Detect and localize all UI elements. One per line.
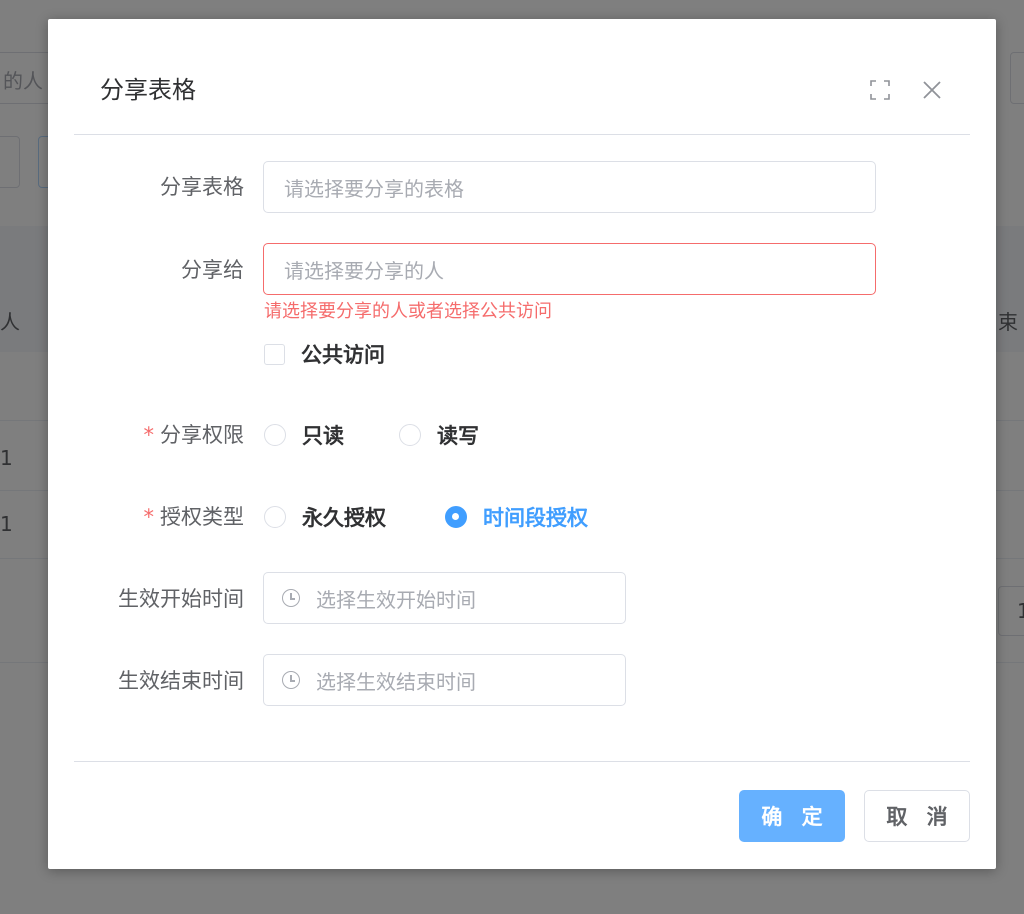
- share-to-label: 分享给: [181, 258, 244, 282]
- sheet-select[interactable]: 请选择要分享的表格: [263, 161, 876, 213]
- header-divider: [74, 134, 970, 135]
- fullscreen-icon[interactable]: [868, 78, 892, 102]
- share-sheet-dialog: 分享表格 分享表格 请选择要分享的表格 分享给 请选择要分享的人 请选择要分享的…: [48, 19, 996, 869]
- public-access-checkbox[interactable]: 公共访问: [264, 339, 385, 369]
- radio-circle[interactable]: [264, 424, 286, 446]
- share-to-select[interactable]: 请选择要分享的人: [263, 243, 876, 295]
- footer-divider: [74, 761, 970, 762]
- end-time-picker[interactable]: 选择生效结束时间: [263, 654, 626, 706]
- public-access-label: 公共访问: [301, 343, 385, 367]
- radio-permanent[interactable]: 永久授权: [264, 502, 386, 532]
- start-time-placeholder: 选择生效开始时间: [316, 587, 476, 612]
- confirm-button[interactable]: 确 定: [739, 790, 845, 842]
- share-to-error: 请选择要分享的人或者选择公共访问: [264, 301, 552, 322]
- radio-circle-checked[interactable]: [445, 506, 467, 528]
- checkbox-box[interactable]: [264, 343, 285, 365]
- required-mark: *: [143, 505, 155, 529]
- dialog-title: 分享表格: [100, 76, 196, 104]
- end-time-placeholder: 选择生效结束时间: [316, 669, 476, 694]
- radio-readonly[interactable]: 只读: [264, 420, 344, 450]
- close-icon[interactable]: [920, 78, 944, 102]
- end-time-label: 生效结束时间: [118, 669, 244, 693]
- auth-type-label: * 授权类型: [144, 502, 245, 532]
- sheet-label: 分享表格: [160, 175, 244, 199]
- sheet-placeholder: 请选择要分享的表格: [284, 176, 464, 201]
- radio-readonly-label: 只读: [302, 424, 344, 448]
- radio-readwrite-label: 读写: [437, 424, 479, 448]
- start-time-picker[interactable]: 选择生效开始时间: [263, 572, 626, 624]
- clock-icon: [282, 589, 300, 607]
- radio-circle[interactable]: [264, 506, 286, 528]
- required-mark: *: [143, 423, 155, 447]
- cancel-button[interactable]: 取 消: [864, 790, 970, 842]
- radio-circle[interactable]: [399, 424, 421, 446]
- clock-icon: [282, 671, 300, 689]
- permission-label: * 分享权限: [144, 420, 245, 450]
- radio-time-period[interactable]: 时间段授权: [445, 502, 588, 532]
- permission-label-text: 分享权限: [160, 423, 244, 447]
- radio-readwrite[interactable]: 读写: [399, 420, 479, 450]
- radio-permanent-label: 永久授权: [302, 506, 386, 530]
- radio-time-period-label: 时间段授权: [483, 506, 588, 530]
- share-to-placeholder: 请选择要分享的人: [284, 258, 444, 283]
- auth-type-label-text: 授权类型: [160, 505, 244, 529]
- start-time-label: 生效开始时间: [118, 587, 244, 611]
